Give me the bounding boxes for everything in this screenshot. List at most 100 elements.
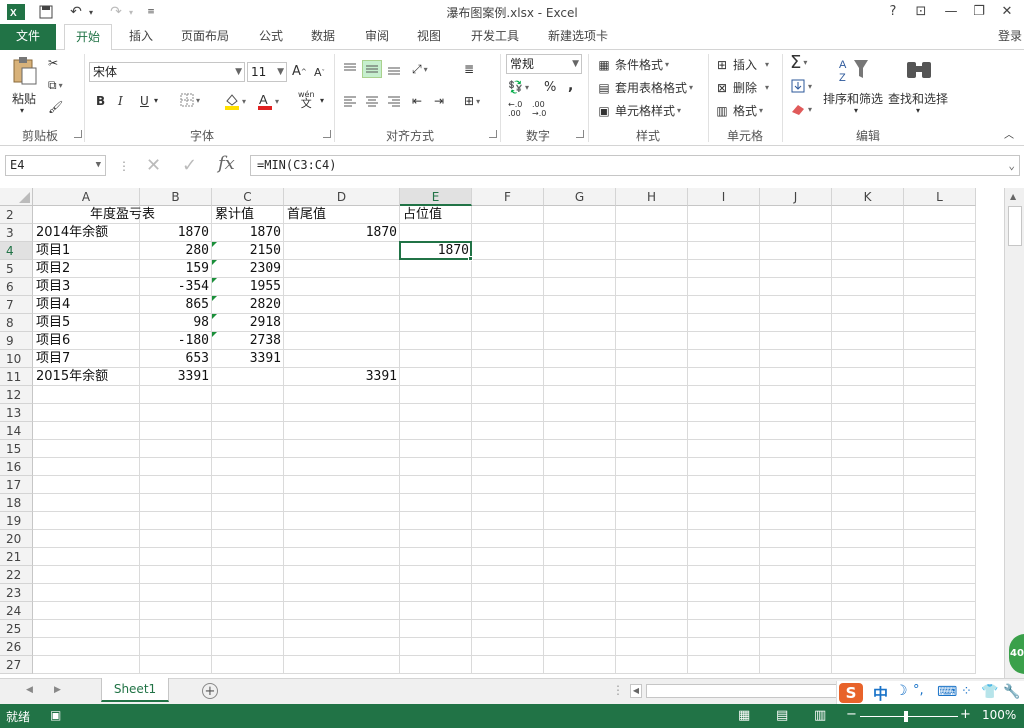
tab-file[interactable]: 文件 — [0, 24, 56, 50]
tab-new-tab[interactable]: 新建选项卡 — [540, 24, 616, 50]
row-header-24[interactable]: 24 — [0, 602, 33, 620]
cell-c2-header[interactable]: 累计值 — [212, 206, 284, 224]
clipboard-launcher-icon[interactable] — [74, 130, 82, 138]
percent-style-button[interactable]: % — [544, 80, 556, 95]
paste-dropdown-icon[interactable]: ▾ — [20, 106, 24, 115]
row-header-25[interactable]: 25 — [0, 620, 33, 638]
row-header-6[interactable]: 6 — [0, 278, 33, 296]
scroll-up-icon[interactable]: ▲ — [1010, 192, 1016, 201]
row-header-15[interactable]: 15 — [0, 440, 33, 458]
cell-e10[interactable] — [400, 350, 472, 368]
error-indicator-icon[interactable] — [212, 242, 217, 247]
cell-styles-button[interactable]: ▣ 单元格样式 ▾ — [596, 102, 681, 119]
error-indicator-icon[interactable] — [212, 260, 217, 265]
page-layout-view-icon[interactable]: ▤ — [776, 708, 788, 723]
column-header-k[interactable]: K — [832, 188, 904, 206]
row-header-13[interactable]: 13 — [0, 404, 33, 422]
row-header-16[interactable]: 16 — [0, 458, 33, 476]
row-header-18[interactable]: 18 — [0, 494, 33, 512]
sort-filter-button[interactable]: 排序和筛选 — [823, 90, 883, 107]
ime-tools-icon[interactable]: 🔧 — [1003, 684, 1020, 700]
comma-style-button[interactable]: , — [568, 78, 573, 94]
restore-button[interactable]: ❐ — [968, 2, 990, 22]
worksheet-grid[interactable]: ABCDEFGHIJKL 2 3 4 5 6 7 8 9 10 11 12 13 14 15 16 17 18 1… — [0, 188, 1003, 678]
cell-e7[interactable] — [400, 296, 472, 314]
cell-c3[interactable]: 1870 — [212, 224, 284, 242]
font-size-combo[interactable]: 11 ▼ — [247, 62, 287, 82]
column-header-d[interactable]: D — [284, 188, 400, 206]
conditional-formatting-button[interactable]: ▦ 条件格式 ▾ — [596, 56, 669, 73]
ime-punctuation-icon[interactable]: °, — [913, 683, 924, 698]
merge-center-icon[interactable]: ⊞ ▾ — [464, 94, 480, 108]
row-header-22[interactable]: 22 — [0, 566, 33, 584]
cell-d10[interactable] — [284, 350, 400, 368]
tab-data[interactable]: 数据 — [302, 24, 344, 50]
cell-b9[interactable]: -180 — [140, 332, 212, 350]
cell-b6[interactable]: -354 — [140, 278, 212, 296]
insert-cells-button[interactable]: ⊞ 插入 ▾ — [714, 56, 769, 73]
row-header-2[interactable]: 2 — [0, 206, 33, 224]
alignment-launcher-icon[interactable] — [489, 130, 497, 138]
underline-button[interactable]: U — [140, 94, 149, 108]
grow-font-icon[interactable]: A ^ — [292, 64, 307, 79]
align-left-icon[interactable] — [342, 94, 358, 108]
cut-icon[interactable]: ✂ — [48, 56, 58, 70]
wrap-text-icon[interactable]: ≣ — [464, 62, 474, 76]
cell-b4[interactable]: 280 — [140, 242, 212, 260]
tab-split-icon[interactable]: ⋮ — [612, 683, 624, 697]
cell-d8[interactable] — [284, 314, 400, 332]
format-cells-button[interactable]: ▥ 格式 ▾ — [714, 102, 763, 119]
row-header-27[interactable]: 27 — [0, 656, 33, 674]
error-indicator-icon[interactable] — [212, 314, 217, 319]
expand-formula-icon[interactable]: ⌄ — [1008, 156, 1015, 175]
cell-c9[interactable]: 2738 — [212, 332, 284, 350]
row-header-8[interactable]: 8 — [0, 314, 33, 332]
font-color-icon[interactable]: A ▾ — [257, 92, 279, 110]
page-break-view-icon[interactable]: ▥ — [814, 708, 826, 723]
tab-review[interactable]: 审阅 — [356, 24, 398, 50]
cell-d3[interactable]: 1870 — [284, 224, 400, 242]
ime-skin-icon[interactable]: 👕 — [981, 684, 998, 700]
row-header-19[interactable]: 19 — [0, 512, 33, 530]
cell-a5[interactable]: 项目2 — [33, 260, 140, 278]
cell-e6[interactable] — [400, 278, 472, 296]
cell-a4[interactable]: 项目1 — [33, 242, 140, 260]
column-header-e[interactable]: E — [400, 188, 472, 206]
cell-a8[interactable]: 项目5 — [33, 314, 140, 332]
scroll-thumb[interactable] — [1008, 206, 1022, 246]
help-button[interactable]: ? — [882, 2, 904, 22]
find-select-button[interactable]: 查找和选择 — [888, 90, 948, 107]
align-right-icon[interactable] — [386, 94, 402, 108]
row-header-21[interactable]: 21 — [0, 548, 33, 566]
insert-function-icon[interactable]: fx — [218, 153, 235, 174]
cell-c10[interactable]: 3391 — [212, 350, 284, 368]
column-header-i[interactable]: I — [688, 188, 760, 206]
vertical-scrollbar[interactable]: ▲ 40 — [1004, 188, 1024, 678]
error-indicator-icon[interactable] — [212, 296, 217, 301]
cell-e8[interactable] — [400, 314, 472, 332]
row-header-26[interactable]: 26 — [0, 638, 33, 656]
align-bottom-icon[interactable] — [386, 62, 402, 76]
cell-a2-title[interactable]: 年度盈亏表 — [33, 206, 212, 224]
column-header-g[interactable]: G — [544, 188, 616, 206]
row-header-14[interactable]: 14 — [0, 422, 33, 440]
cell-d11[interactable]: 3391 — [284, 368, 400, 386]
cell-b3[interactable]: 1870 — [140, 224, 212, 242]
row-header-23[interactable]: 23 — [0, 584, 33, 602]
underline-dropdown-icon[interactable]: ▾ — [154, 96, 158, 105]
next-sheet-icon[interactable]: ▶ — [54, 685, 61, 695]
ime-halfwidth-icon[interactable]: ☽ — [895, 683, 908, 699]
column-header-l[interactable]: L — [904, 188, 976, 206]
cell-c8[interactable]: 2918 — [212, 314, 284, 332]
row-header-9[interactable]: 9 — [0, 332, 33, 350]
cell-d7[interactable] — [284, 296, 400, 314]
normal-view-icon[interactable]: ▦ — [738, 708, 750, 723]
align-top-icon[interactable] — [342, 62, 358, 76]
cell-a6[interactable]: 项目3 — [33, 278, 140, 296]
row-header-10[interactable]: 10 — [0, 350, 33, 368]
font-name-combo[interactable]: 宋体 ▼ — [89, 62, 245, 82]
ime-voice-icon[interactable]: ⁘ — [961, 684, 972, 699]
autosum-icon[interactable]: Σ ▾ — [790, 52, 807, 73]
row-header-7[interactable]: 7 — [0, 296, 33, 314]
sogou-logo-icon[interactable]: S — [839, 683, 863, 703]
